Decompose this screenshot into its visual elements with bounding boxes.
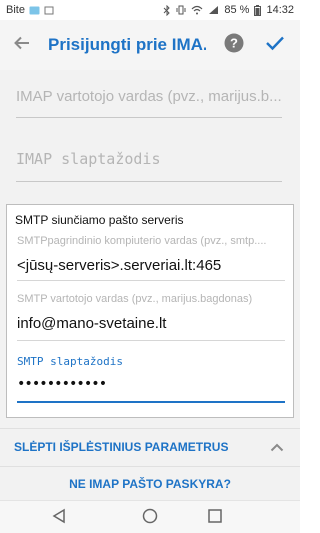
not-imap-account-label: NE IMAP PAŠTO PASKYRA? <box>69 476 231 491</box>
nav-back-icon <box>51 508 67 529</box>
page-title: Prisijungti prie IMA... <box>48 35 206 54</box>
help-icon: ? <box>224 33 244 58</box>
svg-text:?: ? <box>230 35 238 50</box>
smtp-password-field[interactable]: SMTP slaptažodis •••••••••••• <box>17 355 285 403</box>
vibrate-icon <box>176 5 186 15</box>
check-icon <box>265 35 285 56</box>
carrier-label: Bite <box>6 4 25 16</box>
nav-home-button[interactable] <box>139 507 161 529</box>
back-arrow-icon <box>14 36 30 55</box>
wifi-icon <box>191 5 203 15</box>
nav-recents-button[interactable] <box>204 507 226 529</box>
hide-advanced-label: SLĖPTI IŠPLĖSTINIUS PARAMETRUS <box>14 439 229 454</box>
back-button[interactable] <box>0 20 44 70</box>
nav-home-icon <box>142 508 158 529</box>
smtp-server-value: <jūsų-serveris>.serveriai.lt:465 <box>17 257 222 274</box>
smtp-server-field[interactable]: SMTPpagrindinio kompiuterio vardas (pvz.… <box>17 235 285 281</box>
confirm-button[interactable] <box>262 32 288 58</box>
nav-recents-icon <box>207 508 223 529</box>
battery-icon <box>254 4 262 16</box>
usb-icon <box>44 6 54 15</box>
help-button[interactable]: ? <box>222 33 246 57</box>
smtp-username-field[interactable]: SMTP vartotojo vardas (pvz., marijus.bag… <box>17 293 285 341</box>
hide-advanced-toggle[interactable]: SLĖPTI IŠPLĖSTINIUS PARAMETRUS <box>0 428 300 464</box>
imap-username-placeholder: IMAP vartotojo vardas (pvz., marijus.b..… <box>16 88 282 105</box>
system-nav-bar <box>0 500 300 533</box>
bluetooth-icon <box>163 4 171 16</box>
smtp-password-label: SMTP slaptažodis <box>17 355 123 368</box>
smtp-username-value: info@mano-svetaine.lt <box>17 315 167 332</box>
smtp-server-label: SMTPpagrindinio kompiuterio vardas (pvz.… <box>17 235 267 247</box>
battery-percent: 85 % <box>224 4 250 16</box>
app-bar: Prisijungti prie IMA... ? <box>0 20 300 70</box>
imap-username-field[interactable]: IMAP vartotojo vardas (pvz., marijus.b..… <box>16 88 282 118</box>
smtp-section-title: SMTP siunčiamo pašto serveris <box>15 213 184 227</box>
smtp-password-value: •••••••••••• <box>17 376 107 392</box>
notification-icon <box>29 6 40 15</box>
signal-icon <box>208 5 219 15</box>
smtp-section: SMTP siunčiamo pašto serveris SMTPpagrin… <box>6 204 294 418</box>
status-bar: Bite 85 % 14:32 <box>0 0 300 20</box>
imap-password-placeholder: IMAP slaptažodis <box>16 150 161 168</box>
imap-password-field[interactable]: IMAP slaptažodis <box>16 150 282 182</box>
clock: 14:32 <box>266 4 294 16</box>
smtp-username-label: SMTP vartotojo vardas (pvz., marijus.bag… <box>17 293 253 305</box>
chevron-up-icon <box>270 439 284 457</box>
form-content: IMAP vartotojo vardas (pvz., marijus.b..… <box>0 70 300 500</box>
not-imap-account-link[interactable]: NE IMAP PAŠTO PASKYRA? <box>0 466 300 500</box>
nav-back-button[interactable] <box>48 507 70 529</box>
